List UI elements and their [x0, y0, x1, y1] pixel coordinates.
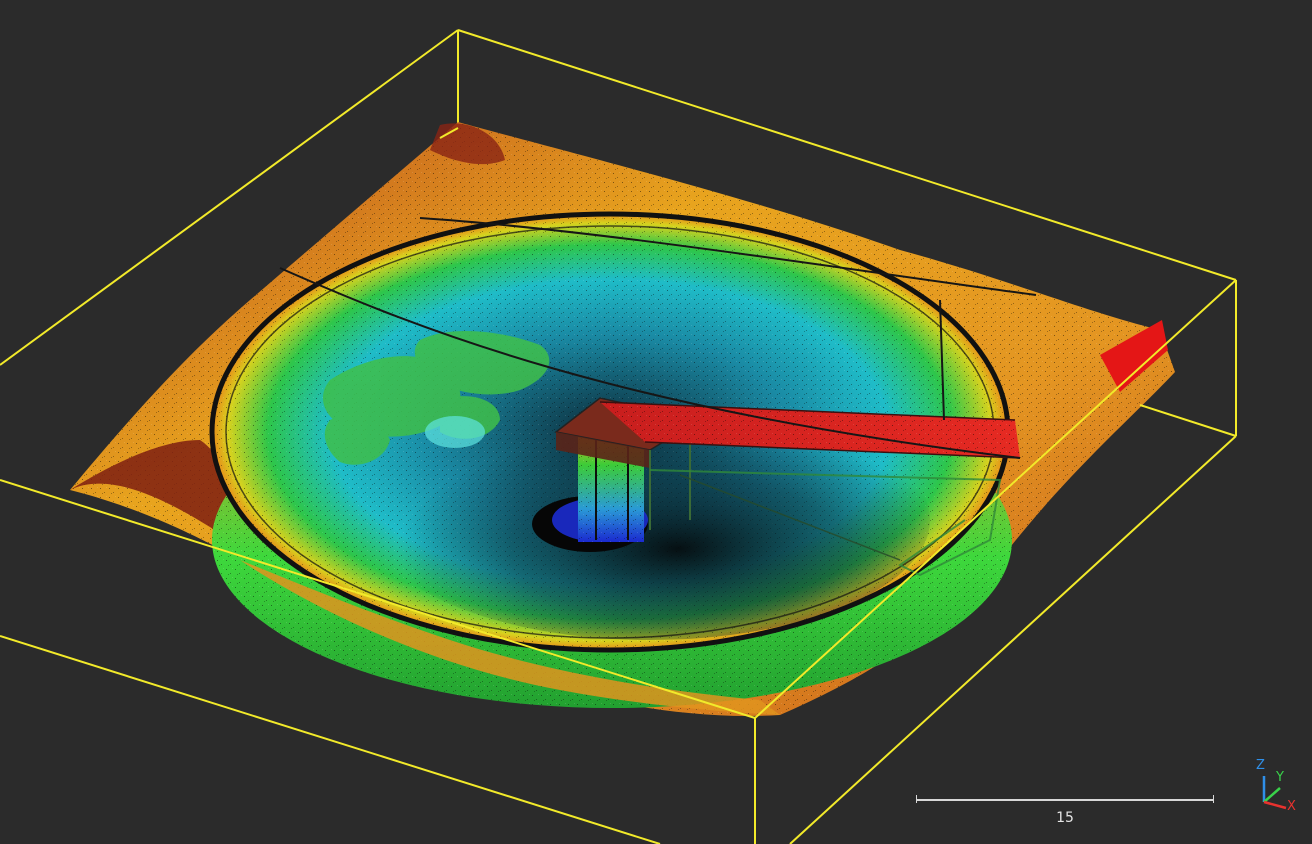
scale-bar-label: 15 [1056, 810, 1074, 826]
scale-bar-tick-right [1213, 795, 1214, 803]
axis-x-label: X [1287, 799, 1296, 814]
axis-y-label: Y [1276, 770, 1284, 785]
axis-gizmo: Z Y X [1250, 756, 1302, 814]
scale-bar-tick-left [916, 795, 917, 803]
scale-bar [916, 793, 1214, 807]
axis-z-label: Z [1256, 758, 1265, 773]
point-cloud-scene[interactable] [0, 0, 1312, 844]
axis-y-line [1263, 787, 1281, 803]
3d-viewport[interactable]: 15 Z Y X [0, 0, 1312, 844]
axis-x-line [1263, 800, 1287, 810]
bright-spot [425, 416, 485, 448]
scale-bar-line [916, 799, 1214, 801]
